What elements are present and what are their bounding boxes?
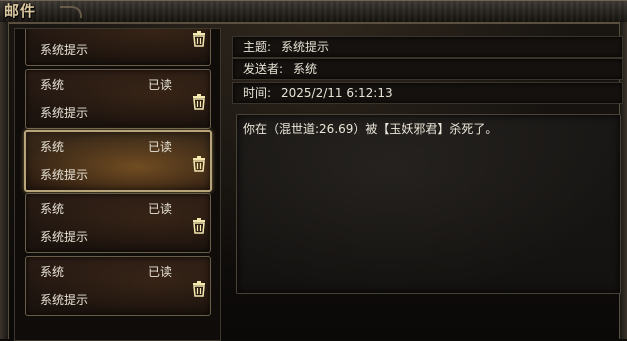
time-value: 2025/2/11 6:12:13 — [281, 86, 393, 100]
title-bar[interactable]: 邮件 — [0, 0, 627, 24]
mail-item[interactable]: 系统 已读 系统提示 — [25, 29, 211, 66]
mail-body: 你在（混世道:26.69）被【玉妖邪君】杀死了。 — [236, 114, 621, 294]
mail-sender: 系统 — [40, 78, 65, 92]
mail-item[interactable]: 系统 已读 系统提示 — [25, 193, 211, 253]
sender-value: 系统 — [293, 62, 318, 76]
mail-status: 已读 — [148, 202, 173, 216]
mail-subject: 系统提示 — [40, 168, 89, 182]
trash-icon[interactable] — [192, 218, 206, 234]
mail-status: 已读 — [148, 140, 173, 154]
time-label: 时间: — [243, 86, 272, 100]
mail-sender: 系统 — [40, 202, 65, 216]
mail-sender: 系统 — [40, 140, 65, 154]
mail-subject: 系统提示 — [40, 106, 89, 120]
mail-status: 已读 — [148, 29, 172, 30]
time-row: 时间: 2025/2/11 6:12:13 — [232, 82, 623, 104]
frame-border-left — [0, 22, 9, 339]
window-title: 邮件 — [4, 2, 37, 20]
mail-item[interactable]: 系统 已读 系统提示 — [25, 69, 211, 129]
mail-sender: 系统 — [40, 265, 65, 279]
mail-item[interactable]: 系统 已读 系统提示 — [25, 256, 211, 316]
mail-list[interactable]: 系统 已读 系统提示 系统 已读 系统提示 系统 已读 系统提示 系统 已读 — [14, 28, 221, 341]
trash-icon[interactable] — [192, 31, 206, 47]
subject-row: 主题: 系统提示 — [232, 36, 623, 58]
trash-icon[interactable] — [192, 281, 206, 297]
title-ornament — [60, 6, 82, 18]
mail-body-text: 你在（混世道:26.69）被【玉妖邪君】杀死了。 — [243, 122, 498, 136]
mail-subject: 系统提示 — [40, 43, 89, 57]
subject-label: 主题: — [243, 40, 272, 54]
mail-detail: 主题: 系统提示 发送者: 系统 时间: 2025/2/11 6:12:13 你… — [232, 36, 623, 339]
mail-status: 已读 — [148, 78, 173, 92]
mail-subject: 系统提示 — [40, 230, 89, 244]
mail-item-selected[interactable]: 系统 已读 系统提示 — [24, 130, 212, 192]
trash-icon[interactable] — [192, 156, 206, 172]
mail-window: 邮件 系统 已读 系统提示 系统 已读 系统提示 系统 已读 系统提示 — [0, 0, 627, 341]
mail-subject: 系统提示 — [40, 293, 89, 307]
sender-row: 发送者: 系统 — [232, 58, 623, 80]
mail-status: 已读 — [148, 265, 173, 279]
subject-value: 系统提示 — [281, 40, 330, 54]
sender-label: 发送者: — [243, 62, 284, 76]
trash-icon[interactable] — [192, 94, 206, 110]
mail-sender: 系统 — [40, 29, 64, 30]
